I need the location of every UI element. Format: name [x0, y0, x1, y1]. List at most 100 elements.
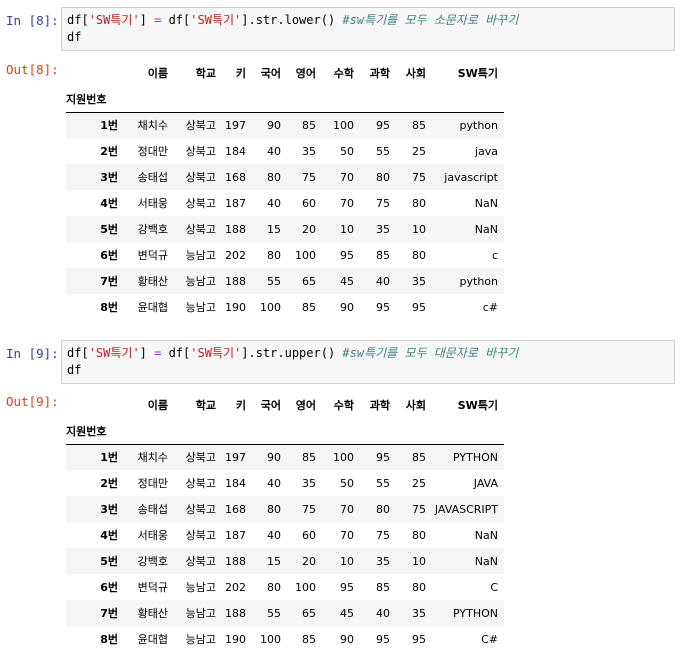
header-spacer [396, 86, 432, 113]
row-index: 8번 [100, 633, 118, 646]
table-cell: 35 [412, 274, 426, 288]
column-header: 영어 [295, 67, 316, 80]
table-cell: 80 [267, 248, 281, 262]
table-cell: 35 [412, 606, 426, 620]
table-row: 6번 변덕규 능남고 202 80 100 95 85 80 c [66, 242, 504, 268]
row-index: 1번 [100, 451, 118, 465]
header-spacer [126, 86, 174, 113]
table-cell: 85 [376, 248, 390, 262]
column-header: 학교 [195, 67, 216, 80]
table-cell: c# [482, 300, 498, 314]
table-row: 8번 윤대협 능남고 190 100 85 90 95 95 c# [66, 294, 504, 320]
header-spacer [287, 86, 322, 113]
table-cell: 85 [302, 632, 316, 646]
table-cell: 95 [412, 300, 426, 314]
table-cell: 송태섭 [137, 171, 168, 184]
table-cell: 10 [412, 222, 426, 236]
column-header: 과학 [369, 67, 390, 80]
table-cell: JAVASCRIPT [434, 502, 498, 516]
table-row: 2번 정대만 상북고 184 40 35 50 55 25 JAVA [66, 470, 504, 496]
table-cell: c [491, 248, 498, 262]
row-index: 4번 [100, 197, 118, 210]
table-cell: 65 [302, 606, 316, 620]
table-cell: 80 [267, 502, 281, 516]
table-cell: 능남고 [185, 249, 216, 262]
table-row: 6번 변덕규 능남고 202 80 100 95 85 80 C [66, 574, 504, 600]
row-index: 4번 [100, 529, 118, 542]
header-spacer [432, 418, 504, 445]
table-cell: 188 [225, 222, 246, 236]
table-cell: 35 [302, 144, 316, 158]
table-cell: 강백호 [137, 223, 168, 236]
header-spacer [174, 418, 222, 445]
table-cell: 정대만 [137, 477, 168, 490]
table-cell: 168 [225, 502, 246, 516]
input-prompt: In [8]: [6, 13, 59, 28]
table-cell: javascript [444, 170, 498, 184]
table-cell: 윤대협 [137, 301, 168, 314]
table-row: 3번 송태섭 상북고 168 80 75 70 80 75 JAVASCRIPT [66, 496, 504, 522]
column-header: 국어 [260, 67, 281, 80]
column-header: SW특기 [457, 399, 498, 412]
table-cell: C# [481, 632, 498, 646]
table-cell: 184 [225, 476, 246, 490]
table-cell: 197 [225, 118, 246, 132]
table-cell: 상북고 [185, 171, 216, 184]
table-cell: 80 [267, 170, 281, 184]
table-cell: 서태웅 [137, 529, 168, 542]
table-cell: 40 [267, 476, 281, 490]
table-cell: 능남고 [185, 633, 216, 646]
table-cell: 송태섭 [137, 503, 168, 516]
table-cell: 정대만 [137, 145, 168, 158]
table-cell: 능남고 [185, 301, 216, 314]
table-row: 1번 채치수 상북고 197 90 85 100 95 85 PYTHON [66, 444, 504, 470]
table-cell: 25 [412, 144, 426, 158]
table-cell: 100 [260, 300, 281, 314]
table-cell: 85 [302, 450, 316, 464]
header-spacer [322, 418, 360, 445]
table-cell: 40 [267, 528, 281, 542]
table-cell: 187 [225, 196, 246, 210]
notebook-cell-8: In [8]: df['SW특기'] = df['SW특기'].str.lowe… [0, 0, 687, 330]
column-header: 사회 [405, 67, 426, 80]
table-cell: 10 [340, 222, 354, 236]
table-cell: NaN [474, 554, 498, 568]
table-cell: 95 [340, 248, 354, 262]
table-cell: 190 [225, 632, 246, 646]
row-index: 2번 [100, 477, 118, 490]
table-row: 4번 서태웅 상북고 187 40 60 70 75 80 NaN [66, 190, 504, 216]
table-cell: NaN [474, 196, 498, 210]
table-cell: 95 [376, 632, 390, 646]
column-header: 키 [235, 67, 246, 80]
table-cell: 55 [376, 144, 390, 158]
row-index: 5번 [100, 223, 118, 236]
index-name-header: 지원번호 [66, 418, 126, 445]
table-row: 3번 송태섭 상북고 168 80 75 70 80 75 javascript [66, 164, 504, 190]
table-cell: 55 [267, 606, 281, 620]
table-cell: 60 [302, 196, 316, 210]
row-index: 3번 [100, 171, 118, 184]
row-index: 8번 [100, 301, 118, 314]
table-cell: 10 [412, 554, 426, 568]
table-cell: 35 [376, 222, 390, 236]
table-cell: 75 [376, 196, 390, 210]
table-row: 5번 강백호 상북고 188 15 20 10 35 10 NaN [66, 548, 504, 574]
table-cell: 70 [340, 196, 354, 210]
table-row: 1번 채치수 상북고 197 90 85 100 95 85 python [66, 112, 504, 138]
code-text[interactable]: df['SW특기'] = df['SW특기'].str.upper() #sw특… [67, 345, 518, 379]
code-text[interactable]: df['SW특기'] = df['SW특기'].str.lower() #sw특… [67, 12, 518, 46]
table-cell: 상북고 [185, 477, 216, 490]
row-index: 1번 [100, 119, 118, 133]
table-cell: C [490, 580, 498, 594]
table-cell: 상북고 [185, 529, 216, 542]
table-cell: 80 [267, 580, 281, 594]
header-spacer [174, 86, 222, 113]
code-input-area[interactable]: df['SW특기'] = df['SW특기'].str.lower() #sw특… [61, 7, 675, 51]
table-cell: 윤대협 [137, 633, 168, 646]
table-cell: 197 [225, 450, 246, 464]
table-cell: 채치수 [137, 451, 168, 465]
code-input-area[interactable]: df['SW특기'] = df['SW특기'].str.upper() #sw특… [61, 340, 675, 384]
table-cell: NaN [474, 528, 498, 542]
header-spacer [287, 418, 322, 445]
table-cell: JAVA [473, 476, 498, 490]
